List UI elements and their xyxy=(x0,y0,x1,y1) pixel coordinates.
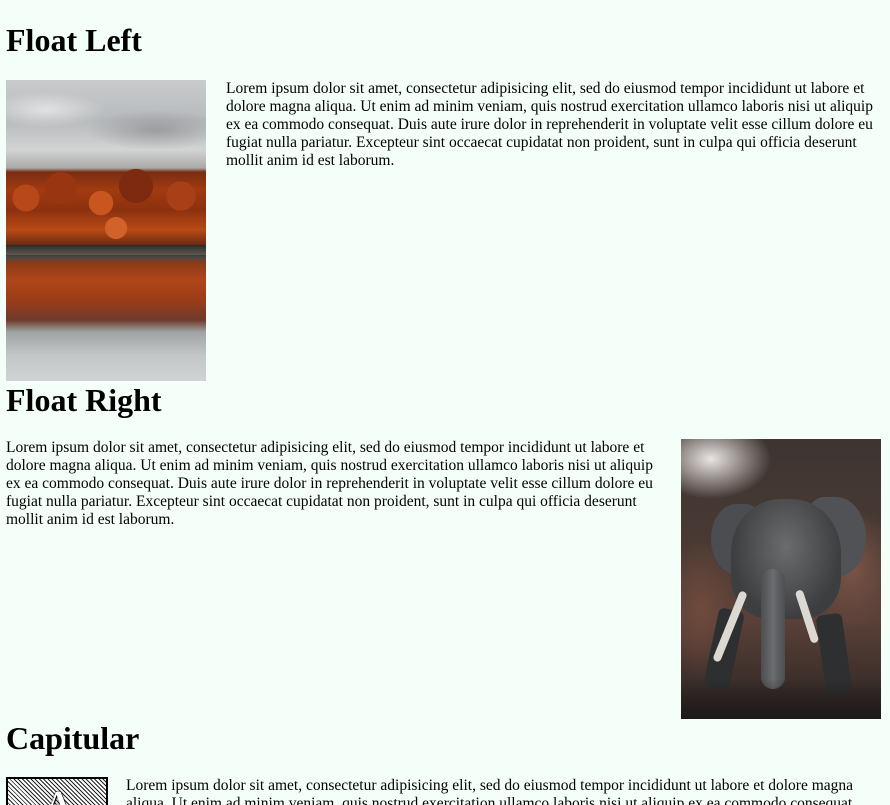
page: Float Left Lorem ipsum dolor sit amet, c… xyxy=(0,0,890,805)
decorated-initial-image: A xyxy=(6,777,108,805)
paragraph-line: fugiat nulla pariatur. Excepteur sint oc… xyxy=(6,493,637,510)
paragraph-line: Lorem ipsum dolor sit amet, consectetur … xyxy=(226,80,865,97)
paragraph-line: mollit anim id est laborum. xyxy=(6,511,175,528)
forest-ground-shape xyxy=(681,679,881,719)
initial-letter: A xyxy=(46,785,71,805)
float-right-paragraph: Lorem ipsum dolor sit amet, consectetur … xyxy=(6,439,653,529)
capitular-heading: Capitular xyxy=(6,720,140,756)
elephant-body-shape xyxy=(731,499,841,619)
float-left-paragraph: Lorem ipsum dolor sit amet, consectetur … xyxy=(226,80,873,170)
float-right-heading: Float Right xyxy=(6,382,162,418)
elephant-trunk-shape xyxy=(761,569,785,689)
paragraph-line: fugiat nulla pariatur. Excepteur sint oc… xyxy=(226,134,857,151)
paragraph-line: mollit anim id est laborum. xyxy=(226,152,395,169)
autumn-trees-shape xyxy=(6,158,206,250)
paragraph-line: Lorem ipsum dolor sit amet, consectetur … xyxy=(6,439,645,456)
paragraph-line: aliqua. Ut enim ad minim veniam, quis no… xyxy=(126,795,857,805)
autumn-lake-image xyxy=(6,80,206,381)
paragraph-line: ex ea commodo consequat. Duis aute irure… xyxy=(226,116,873,133)
elephant-image xyxy=(681,439,881,719)
paragraph-line: Lorem ipsum dolor sit amet, consectetur … xyxy=(126,777,854,794)
capitular-paragraph: Lorem ipsum dolor sit amet, consectetur … xyxy=(126,777,856,805)
paragraph-line: dolore magna aliqua. Ut enim ad minim ve… xyxy=(6,457,653,474)
float-left-heading: Float Left xyxy=(6,22,142,58)
paragraph-line: dolore magna aliqua. Ut enim ad minim ve… xyxy=(226,98,873,115)
lake-shore-shape xyxy=(6,245,206,255)
paragraph-line: ex ea commodo consequat. Duis aute irure… xyxy=(6,475,653,492)
